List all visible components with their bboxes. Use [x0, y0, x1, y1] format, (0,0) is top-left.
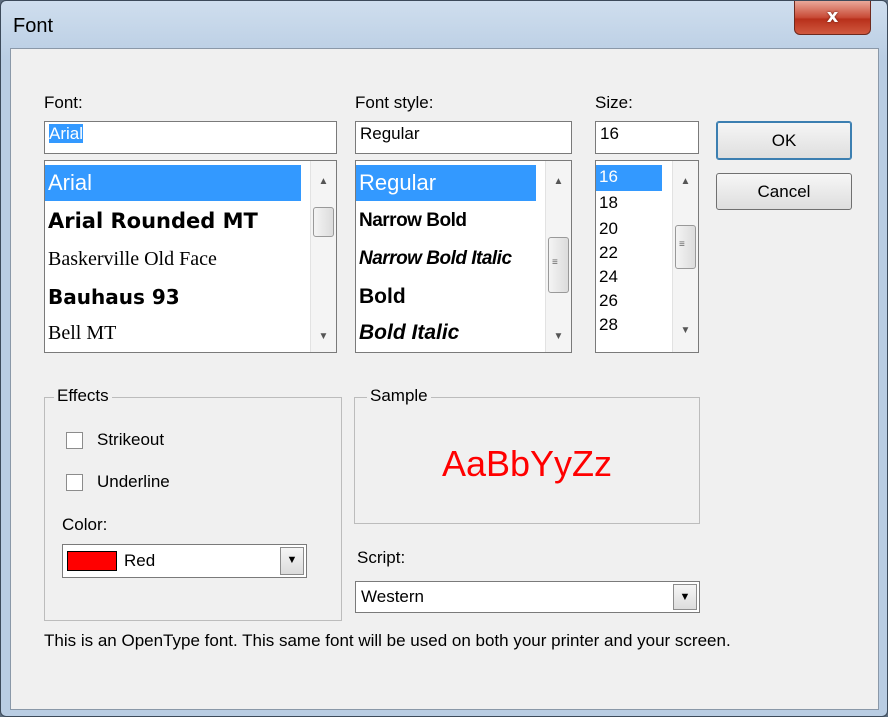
size-listbox[interactable]: 16 18 20 22 24 26 28 ▲ ≡ ▼	[595, 160, 699, 353]
size-item-28[interactable]: 28	[596, 313, 668, 339]
scroll-grip-icon: ≡	[552, 257, 558, 268]
size-label: Size:	[595, 93, 633, 112]
font-dialog-window: Font x Font: Arial Arial Arial Rounded M…	[0, 0, 888, 717]
font-style-item-narrow-bold-italic[interactable]: Narrow Bold Italic	[356, 241, 546, 277]
scroll-grip-icon: ≡	[679, 239, 685, 250]
scroll-up-icon[interactable]: ▲	[673, 171, 698, 193]
scroll-up-icon[interactable]: ▲	[311, 171, 336, 193]
size-scrollbar[interactable]: ▲ ≡ ▼	[672, 161, 698, 352]
dialog-client-area: Font: Arial Arial Arial Rounded MT Baske…	[10, 48, 879, 710]
font-style-label: Font style:	[355, 93, 434, 112]
size-item-18[interactable]: 18	[596, 191, 668, 217]
color-select[interactable]: Red ▼	[62, 544, 307, 578]
font-style-input[interactable]: Regular	[355, 121, 572, 154]
sample-preview-text: AaBbYyZz	[441, 443, 613, 484]
script-select[interactable]: Western ▼	[355, 581, 700, 613]
size-item-24[interactable]: 24	[596, 265, 668, 291]
size-item-26[interactable]: 26	[596, 289, 668, 315]
underline-label[interactable]: Underline	[97, 472, 170, 492]
close-icon: x	[826, 6, 839, 27]
size-item-16[interactable]: 16	[596, 165, 662, 191]
window-title: Font	[13, 15, 54, 37]
ok-button[interactable]: OK	[716, 121, 852, 160]
scroll-thumb[interactable]	[313, 207, 334, 237]
size-item-22[interactable]: 22	[596, 241, 668, 267]
font-list-item-bell-mt[interactable]: Bell MT	[45, 315, 311, 351]
close-button[interactable]: x	[794, 1, 871, 35]
effects-group-title: Effects	[54, 386, 112, 406]
size-item-20[interactable]: 20	[596, 217, 668, 243]
strikeout-checkbox[interactable]	[66, 432, 83, 449]
font-list-scrollbar[interactable]: ▲ ▼	[310, 161, 336, 352]
font-list-item-bauhaus[interactable]: Bauhaus 93	[45, 279, 311, 315]
font-list-item-baskerville[interactable]: Baskerville Old Face	[45, 241, 311, 277]
size-input[interactable]: 16	[595, 121, 699, 154]
scroll-down-icon[interactable]: ▼	[673, 320, 698, 342]
font-name-value: Arial	[49, 124, 84, 143]
underline-checkbox[interactable]	[66, 474, 83, 491]
scroll-down-icon[interactable]: ▼	[546, 326, 571, 348]
color-swatch	[67, 551, 117, 571]
dropdown-arrow-icon[interactable]: ▼	[280, 547, 304, 575]
color-value: Red	[124, 551, 156, 570]
font-style-item-narrow-bold[interactable]: Narrow Bold	[356, 203, 546, 239]
color-label: Color:	[62, 515, 108, 534]
font-name-input[interactable]: Arial	[44, 121, 337, 154]
font-listbox[interactable]: Arial Arial Rounded MT Baskerville Old F…	[44, 160, 337, 353]
font-style-listbox[interactable]: Regular Narrow Bold Narrow Bold Italic B…	[355, 160, 572, 353]
font-description-text: This is an OpenType font. This same font…	[44, 631, 731, 650]
effects-group	[44, 397, 342, 621]
script-label: Script:	[357, 548, 406, 567]
font-list-item-arial[interactable]: Arial	[45, 165, 301, 201]
font-style-item-regular[interactable]: Regular	[356, 165, 536, 201]
script-value: Western	[361, 587, 424, 606]
font-style-scrollbar[interactable]: ▲ ≡ ▼	[545, 161, 571, 352]
font-label: Font:	[44, 93, 83, 112]
cancel-button[interactable]: Cancel	[716, 173, 852, 210]
scroll-down-icon[interactable]: ▼	[311, 326, 336, 348]
font-style-item-bold[interactable]: Bold	[356, 279, 546, 315]
font-style-item-bold-italic[interactable]: Bold Italic	[356, 315, 546, 351]
strikeout-label[interactable]: Strikeout	[97, 430, 164, 450]
font-list-item-arial-rounded[interactable]: Arial Rounded MT	[45, 203, 311, 239]
dropdown-arrow-icon[interactable]: ▼	[673, 584, 697, 610]
scroll-up-icon[interactable]: ▲	[546, 171, 571, 193]
sample-group-title: Sample	[367, 386, 431, 406]
